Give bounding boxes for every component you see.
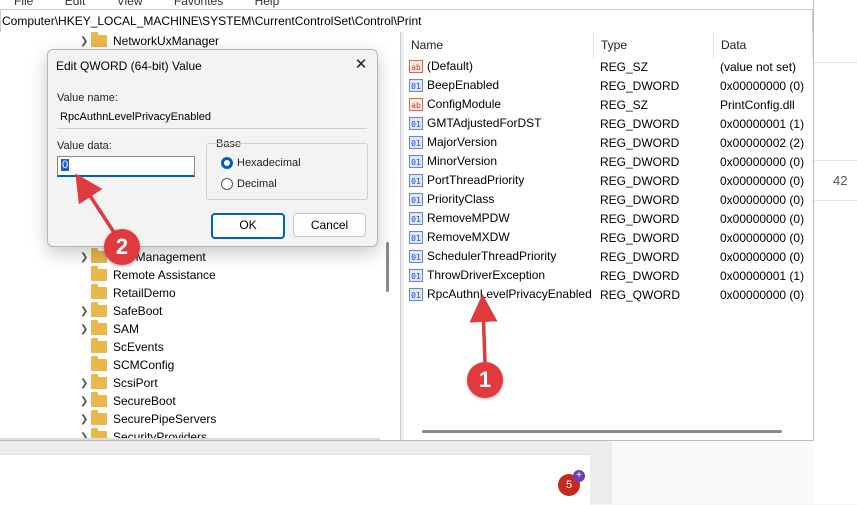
arrow-1: [469, 294, 498, 363]
callout-marker-1: 1: [467, 362, 503, 398]
callout-marker-2: 2: [104, 229, 140, 265]
